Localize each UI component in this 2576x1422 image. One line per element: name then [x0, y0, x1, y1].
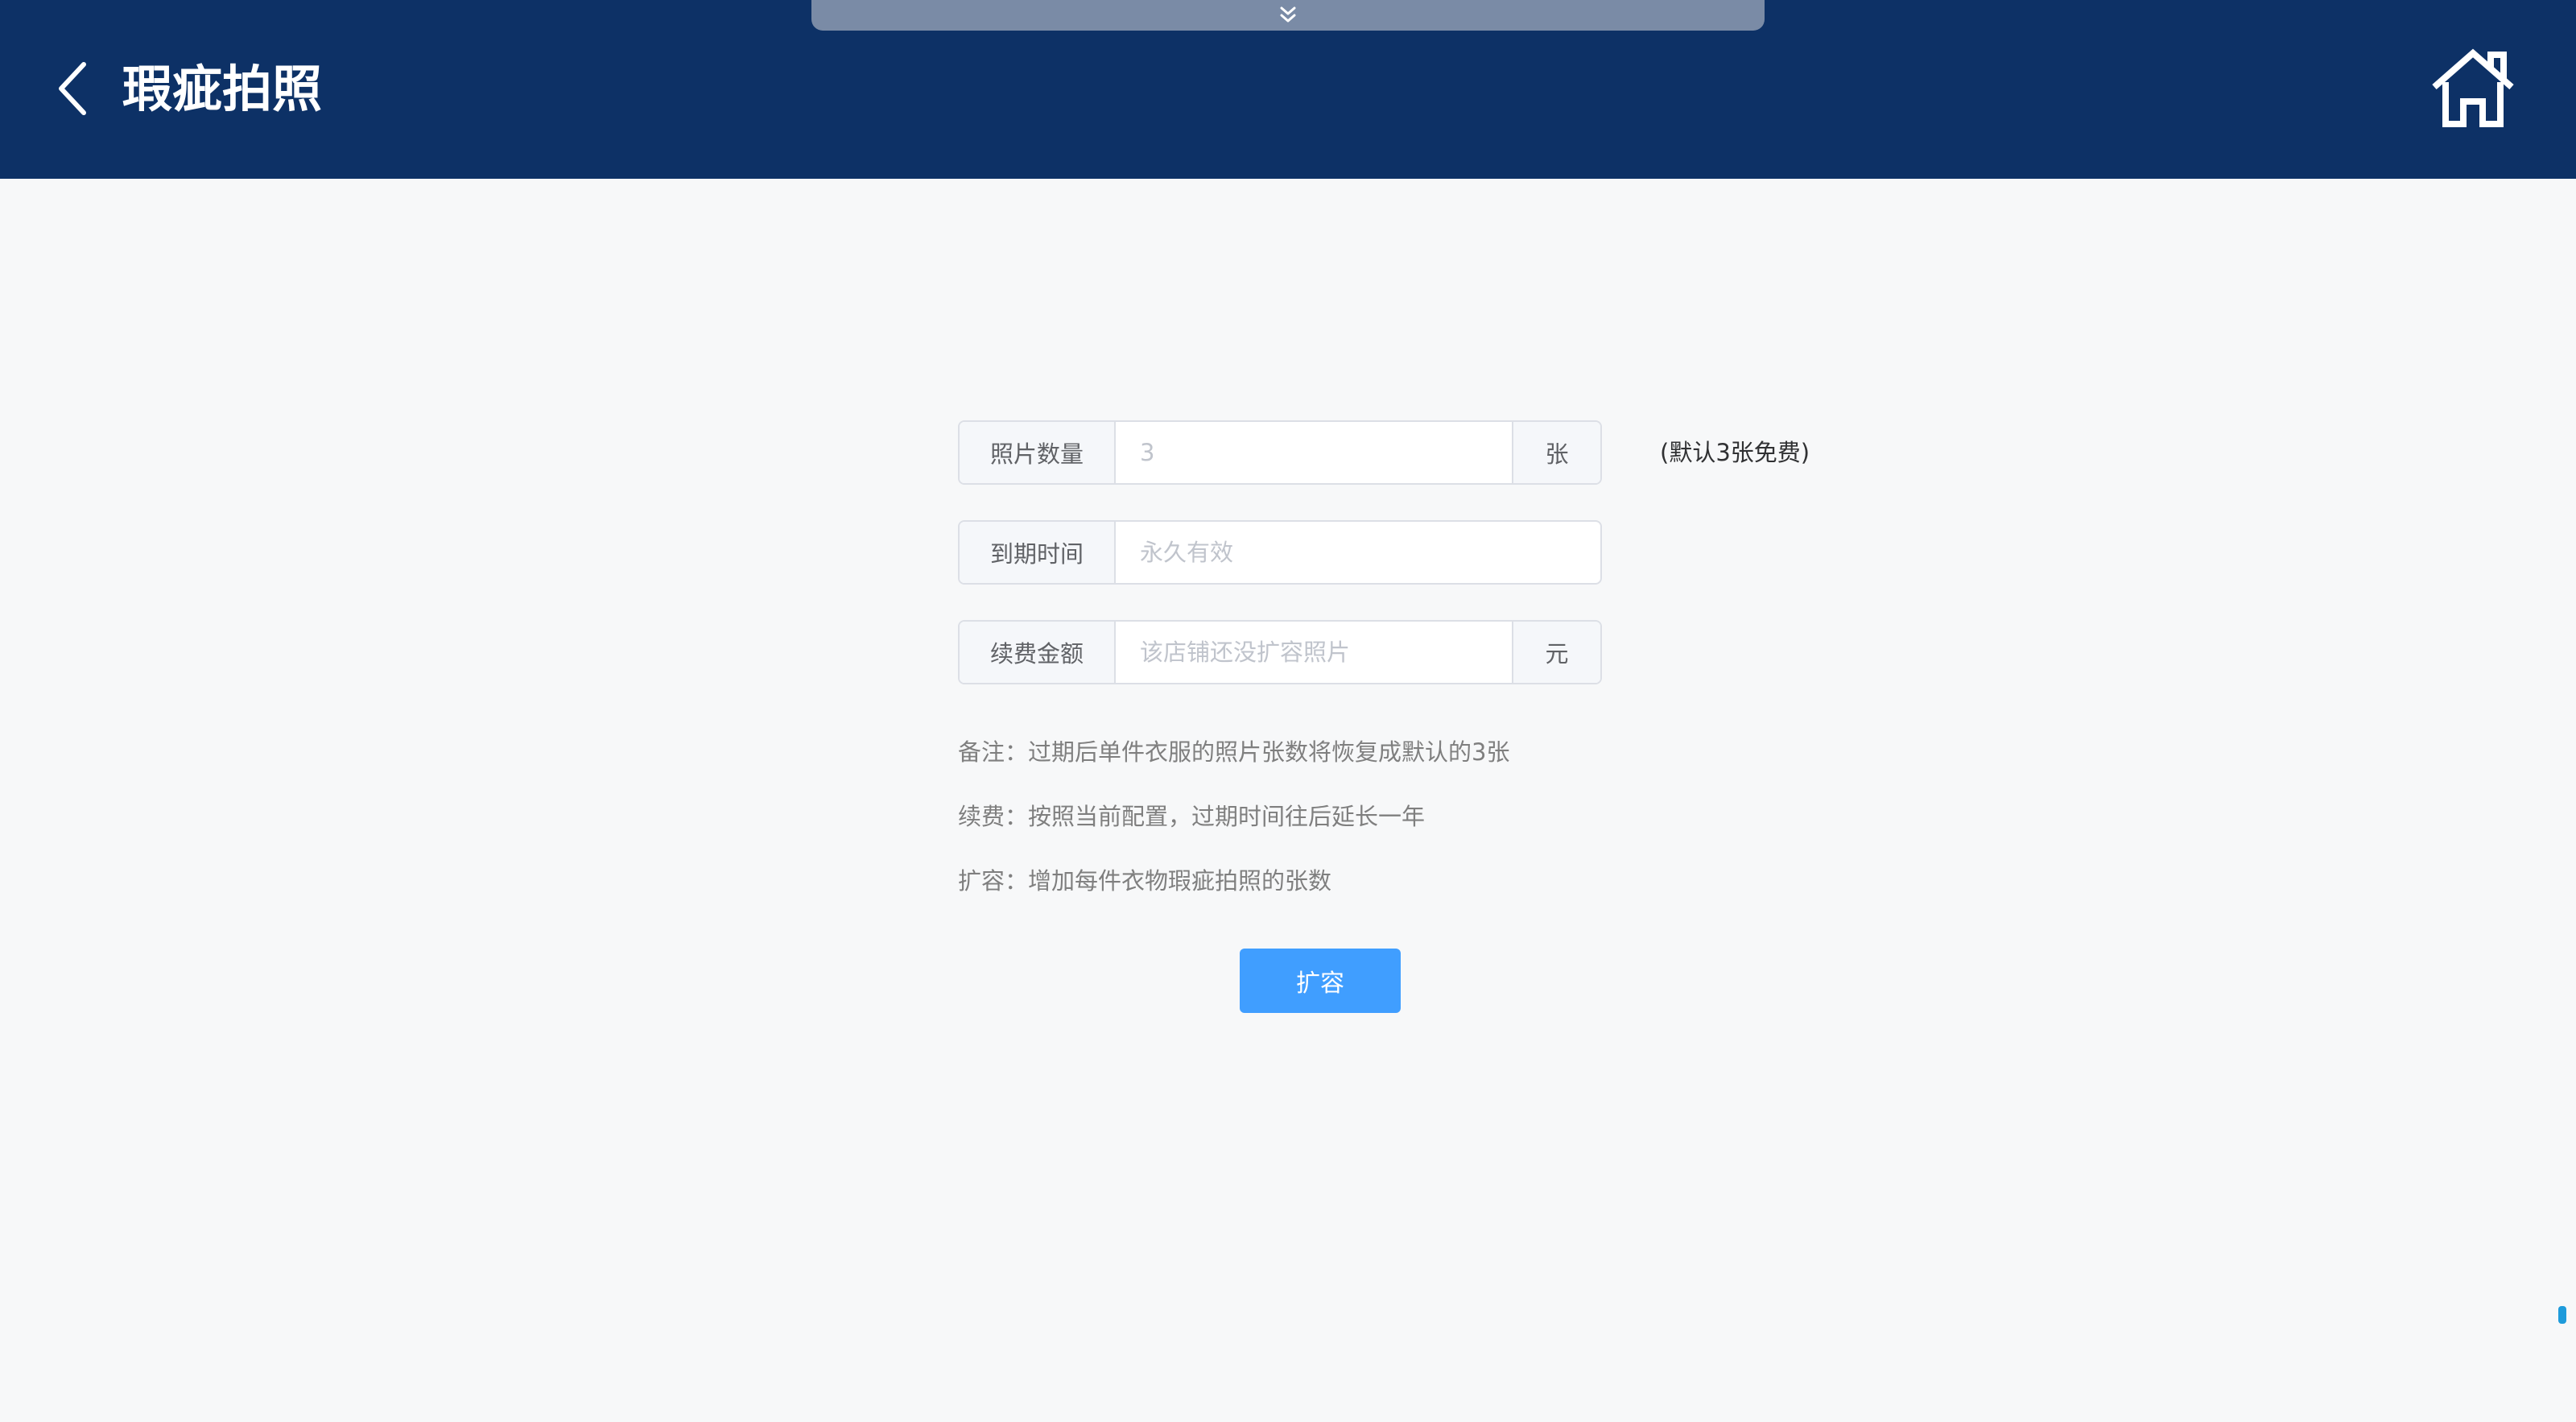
double-chevron-down-icon [1280, 6, 1296, 23]
renewal-amount-input[interactable] [1116, 622, 1512, 683]
expand-button[interactable]: 扩容 [1240, 949, 1401, 1013]
home-icon [2432, 48, 2514, 127]
note-expand: 扩容：增加每件衣物瑕疵拍照的张数 [958, 867, 1332, 895]
top-header: 瑕疵拍照 [0, 0, 2576, 179]
note-renewal: 续费：按照当前配置，过期时间往后延长一年 [958, 803, 1426, 830]
photo-count-unit: 张 [1512, 422, 1600, 483]
photo-count-input[interactable] [1116, 422, 1512, 483]
default-free-note: (默认3张免费) [1660, 439, 1810, 466]
page-title: 瑕疵拍照 [122, 60, 323, 118]
photo-count-label: 照片数量 [960, 422, 1116, 483]
pull-down-tab[interactable] [811, 0, 1765, 31]
expiry-input[interactable] [1116, 522, 1600, 583]
scrollbar-thumb[interactable] [2558, 1306, 2566, 1324]
expiry-row: 到期时间 [958, 520, 1602, 585]
renewal-label: 续费金额 [960, 622, 1116, 683]
back-button[interactable] [48, 56, 97, 121]
renewal-row: 续费金额 元 [958, 620, 1602, 684]
expiry-label: 到期时间 [960, 522, 1116, 583]
note-remark: 备注：过期后单件衣服的照片张数将恢复成默认的3张 [958, 738, 1510, 766]
renewal-unit: 元 [1512, 622, 1600, 683]
home-button[interactable] [2428, 47, 2518, 130]
photo-count-row: 照片数量 张 [958, 420, 1602, 485]
chevron-left-icon [59, 62, 86, 115]
